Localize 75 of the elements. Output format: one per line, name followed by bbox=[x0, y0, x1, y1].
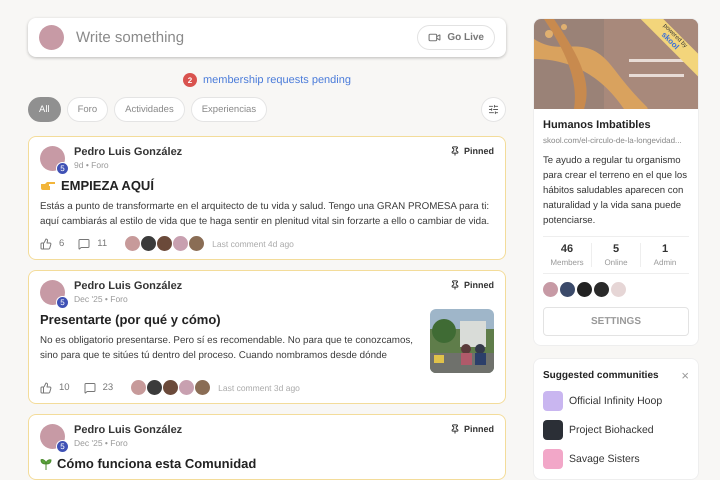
post-card[interactable]: 5 Pedro Luis González Dec '25 • Foro Pinned Cómo funciona esta Comunidad bbox=[28, 414, 506, 480]
like-icon bbox=[40, 382, 52, 394]
commenter-avatar bbox=[189, 236, 204, 251]
member-avatar bbox=[560, 282, 575, 297]
post-meta: Dec '25 • Foro bbox=[74, 438, 129, 448]
pin-icon bbox=[450, 424, 460, 434]
community-description: Te ayudo a regular tu organismo para crear el terreno en el que los hábitos saludables aparecen con naturalidad y la vida sana puede potenciarse. bbox=[543, 154, 688, 228]
level-badge: 5 bbox=[56, 296, 69, 309]
like-count: 6 bbox=[59, 238, 64, 249]
filter-chip[interactable]: Actividades bbox=[114, 97, 185, 122]
post-excerpt: Estás a punto de transformarte en el arquitecto de tu vida y salud. Tengo una GRAN PROMESA para ti: aquí cambiarás al estilo de vida que te haga sentir en plenitud vital sin forzarte a ello o cambiar de vida. bbox=[40, 200, 490, 229]
comment-count: 11 bbox=[97, 238, 108, 249]
filter-chip[interactable]: Experiencias bbox=[190, 97, 268, 122]
community-url[interactable]: skool.com/el-circulo-de-la-longevidad... bbox=[543, 136, 689, 145]
commenter-avatar bbox=[131, 380, 146, 395]
write-field[interactable]: Write something bbox=[74, 28, 408, 47]
like-icon bbox=[40, 238, 52, 250]
post-title[interactable]: Cómo funciona esta Comunidad bbox=[57, 456, 256, 471]
post-meta: 9d • Foro bbox=[74, 160, 110, 170]
post-card[interactable] bbox=[28, 136, 506, 260]
pin-icon bbox=[450, 280, 460, 290]
stat-label: Admin bbox=[654, 258, 676, 267]
author-name[interactable]: Pedro Luis González bbox=[74, 280, 182, 292]
sliders-icon bbox=[488, 104, 499, 115]
video-camera-icon bbox=[428, 31, 442, 44]
pinned-label: Pinned bbox=[450, 146, 494, 156]
pointing-hand-icon bbox=[40, 180, 56, 190]
commenter-avatar bbox=[195, 380, 210, 395]
pin-icon bbox=[450, 146, 460, 156]
author-name[interactable]: Pedro Luis González bbox=[74, 146, 182, 158]
last-comment-time: Last comment 4d ago bbox=[212, 238, 294, 248]
like-count: 10 bbox=[59, 382, 70, 393]
suggested-title: Suggested communities bbox=[543, 370, 659, 381]
community-link[interactable]: Official Infinity Hoop bbox=[543, 391, 689, 411]
stat-value: 5 bbox=[612, 243, 620, 255]
commenter-avatar bbox=[125, 236, 140, 251]
pinned-label: Pinned bbox=[450, 280, 494, 290]
community-link[interactable]: Savage Sisters bbox=[543, 449, 689, 469]
pending-count-badge: 2 bbox=[183, 73, 197, 87]
comment-icon bbox=[84, 382, 96, 394]
last-comment-time: Last comment 3d ago bbox=[218, 382, 300, 392]
commenter-avatar bbox=[163, 380, 178, 395]
commenter-avatar bbox=[179, 380, 194, 395]
filter-chip[interactable]: Foro bbox=[66, 97, 108, 122]
community-name: Humanos Imbatibles bbox=[543, 119, 652, 131]
member-avatar bbox=[594, 282, 609, 297]
author-name[interactable]: Pedro Luis González bbox=[74, 424, 182, 436]
post-composer[interactable]: Write something Go Live bbox=[28, 18, 506, 57]
commenter-avatar bbox=[157, 236, 172, 251]
level-badge: 5 bbox=[56, 162, 69, 175]
post-title[interactable]: EMPIEZA AQUÍ bbox=[61, 178, 154, 193]
filter-settings-button[interactable] bbox=[481, 97, 506, 122]
stat-value: 46 bbox=[560, 243, 574, 255]
commenter-avatar bbox=[173, 236, 188, 251]
go-live-button[interactable]: Go Live bbox=[417, 25, 495, 50]
member-avatar bbox=[611, 282, 626, 297]
community-link[interactable]: Project Biohacked bbox=[543, 420, 689, 440]
level-badge: 5 bbox=[56, 440, 69, 453]
comment-count: 23 bbox=[102, 382, 114, 393]
stat-value: 1 bbox=[662, 243, 668, 255]
pending-requests-link[interactable]: membership requests pending bbox=[203, 74, 351, 86]
commenter-avatar bbox=[141, 236, 156, 251]
comment-icon bbox=[78, 238, 90, 250]
avatar bbox=[39, 25, 64, 50]
pinned-label: Pinned bbox=[450, 424, 494, 434]
post-excerpt: No es obligatorio presentarse. Pero sí es recomendable. No para que te conozcamos, sino para que te sitúes tú dentro del proceso. Cuando nombramos desde dónde bbox=[40, 334, 414, 363]
stat-label: Members bbox=[550, 258, 584, 267]
post-meta: Dec '25 • Foro bbox=[74, 294, 129, 304]
member-avatar bbox=[543, 282, 558, 297]
stat-label: Online bbox=[604, 258, 628, 267]
post-card[interactable] bbox=[28, 270, 506, 404]
sprout-icon bbox=[40, 458, 52, 470]
commenter-avatar bbox=[147, 380, 162, 395]
post-title[interactable]: Presentarte (por qué y cómo) bbox=[40, 312, 221, 327]
member-avatar bbox=[577, 282, 592, 297]
